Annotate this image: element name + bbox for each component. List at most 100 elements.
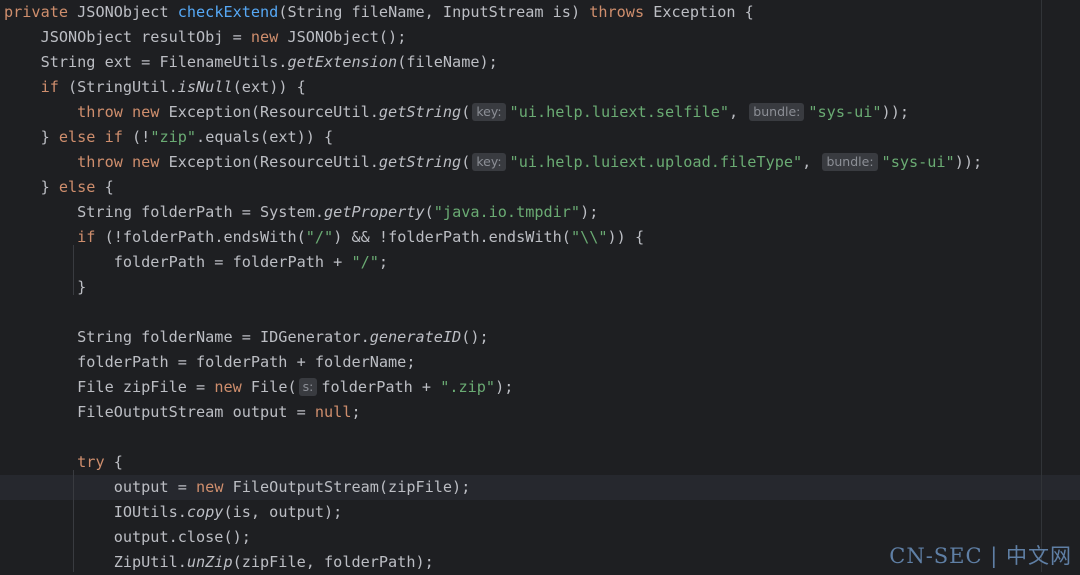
code-token: folderPath + [321, 378, 441, 396]
editor-right-border [1041, 0, 1042, 572]
code-line[interactable]: JSONObject resultObj = new JSONObject(); [0, 25, 1080, 50]
code-token: IOUtils. [4, 503, 187, 521]
code-token: "\\" [570, 228, 608, 246]
code-line[interactable]: String ext = FilenameUtils.getExtension(… [0, 50, 1080, 75]
code-token: (!folderPath.endsWith( [104, 228, 306, 246]
code-line[interactable] [0, 425, 1080, 450]
code-line[interactable]: FileOutputStream output = null; [0, 400, 1080, 425]
code-token: "/" [305, 228, 334, 246]
code-token: Exception(ResourceUtil. [168, 153, 379, 171]
code-token: folderPath = folderPath + folderName; [4, 353, 416, 371]
code-line[interactable]: if (!folderPath.endsWith("/") && !folder… [0, 225, 1080, 250]
code-token: if [77, 228, 105, 246]
code-token: else if [58, 128, 133, 146]
code-line[interactable]: if (StringUtil.isNull(ext)) { [0, 75, 1080, 100]
code-token: unZip [186, 553, 233, 571]
code-token: ( [461, 153, 471, 171]
inlay-hint: s: [298, 378, 318, 396]
code-line-text: File zipFile = new File(s: folderPath + "… [4, 375, 513, 400]
code-line[interactable] [0, 300, 1080, 325]
code-line-text: ZipUtil.unZip(zipFile, folderPath); [4, 550, 434, 575]
code-line-text: IOUtils.copy(is, output); [4, 500, 343, 525]
code-token: (is, output); [223, 503, 343, 521]
code-line[interactable]: output = new FileOutputStream(zipFile); [0, 475, 1080, 500]
code-token: File( [250, 378, 297, 396]
inlay-hint: bundle: [822, 153, 878, 171]
code-token: )); [954, 153, 983, 171]
code-line[interactable]: String folderPath = System.getProperty("… [0, 200, 1080, 225]
code-token: JSONObject(); [287, 28, 407, 46]
code-token: else [58, 178, 105, 196]
code-token: } [4, 128, 59, 146]
code-token: ); [495, 378, 514, 396]
code-line-text: String ext = FilenameUtils.getExtension(… [4, 50, 498, 75]
code-token: throw new [77, 103, 169, 121]
code-token: throw new [77, 153, 169, 171]
code-line[interactable]: } else { [0, 175, 1080, 200]
code-token: Exception(ResourceUtil. [168, 103, 379, 121]
code-token: new [250, 28, 288, 46]
code-editor[interactable]: ZipUtil.unZip(zipFile, folderPath); outp… [0, 0, 1080, 572]
code-token: ".zip" [440, 378, 496, 396]
code-line-text: output.close(); [4, 525, 251, 550]
code-token: "sys-ui" [808, 103, 882, 121]
code-line[interactable]: throw new Exception(ResourceUtil.getStri… [0, 100, 1080, 125]
code-line[interactable]: String folderName = IDGenerator.generate… [0, 325, 1080, 350]
code-line[interactable]: private JSONObject checkExtend(String fi… [0, 0, 1080, 25]
code-line-text: try { [4, 450, 123, 475]
code-token: )); [881, 103, 909, 121]
code-token: "ui.help.luiext.selfile" [509, 103, 729, 121]
code-line[interactable]: throw new Exception(ResourceUtil.getStri… [0, 150, 1080, 175]
inlay-hint: key: [472, 153, 506, 171]
code-line-text: throw new Exception(ResourceUtil.getStri… [4, 150, 982, 175]
inlay-hint: bundle: [749, 103, 805, 121]
code-token: new [214, 378, 251, 396]
code-line-text: FileOutputStream output = null; [4, 400, 361, 425]
watermark: CN-SEC | 中文网 [889, 544, 1072, 568]
code-token: (zipFile, folderPath); [232, 553, 434, 571]
code-token: ; [378, 253, 389, 271]
code-token: ) && !folderPath.endsWith( [333, 228, 571, 246]
code-token: FileOutputStream(zipFile); [232, 478, 471, 496]
code-token: "ui.help.luiext.upload.fileType" [509, 153, 803, 171]
code-token: try [77, 453, 114, 471]
code-line[interactable]: folderPath = folderPath + folderName; [0, 350, 1080, 375]
code-line-text: JSONObject resultObj = new JSONObject(); [4, 25, 407, 50]
code-token: JSONObject [77, 3, 178, 21]
code-line-text: if (!folderPath.endsWith("/") && !folder… [4, 225, 644, 250]
code-token: )) { [607, 228, 645, 246]
code-token: , [729, 103, 748, 121]
code-token: getProperty [324, 203, 425, 221]
code-token: String ext = FilenameUtils. [4, 53, 288, 71]
code-token: throws [589, 3, 654, 21]
code-token: JSONObject resultObj = [4, 28, 251, 46]
code-line[interactable]: folderPath = folderPath + "/"; [0, 250, 1080, 275]
code-token: .equals(ext)) { [196, 128, 334, 146]
code-token: "zip" [150, 128, 197, 146]
code-token: getExtension [287, 53, 398, 71]
code-token: ( [424, 203, 434, 221]
code-token: String folderName = IDGenerator. [4, 328, 370, 346]
code-token: (); [461, 328, 489, 346]
code-line[interactable]: File zipFile = new File(s: folderPath + "… [0, 375, 1080, 400]
code-token: output.close(); [4, 528, 251, 546]
code-line[interactable]: IOUtils.copy(is, output); [0, 500, 1080, 525]
code-token: output = [4, 478, 197, 496]
code-line[interactable]: } [0, 275, 1080, 300]
code-token: { [104, 178, 114, 196]
code-token: , [802, 153, 821, 171]
code-token: FileOutputStream output = [4, 403, 315, 421]
code-token: ( [461, 103, 471, 121]
code-line-text: } else { [4, 175, 114, 200]
code-line[interactable]: try { [0, 450, 1080, 475]
code-line-text: private JSONObject checkExtend(String fi… [4, 0, 754, 25]
code-token: ; [351, 403, 361, 421]
code-line[interactable]: } else if (!"zip".equals(ext)) { [0, 125, 1080, 150]
code-token: null [314, 403, 352, 421]
code-token: if [40, 78, 69, 96]
